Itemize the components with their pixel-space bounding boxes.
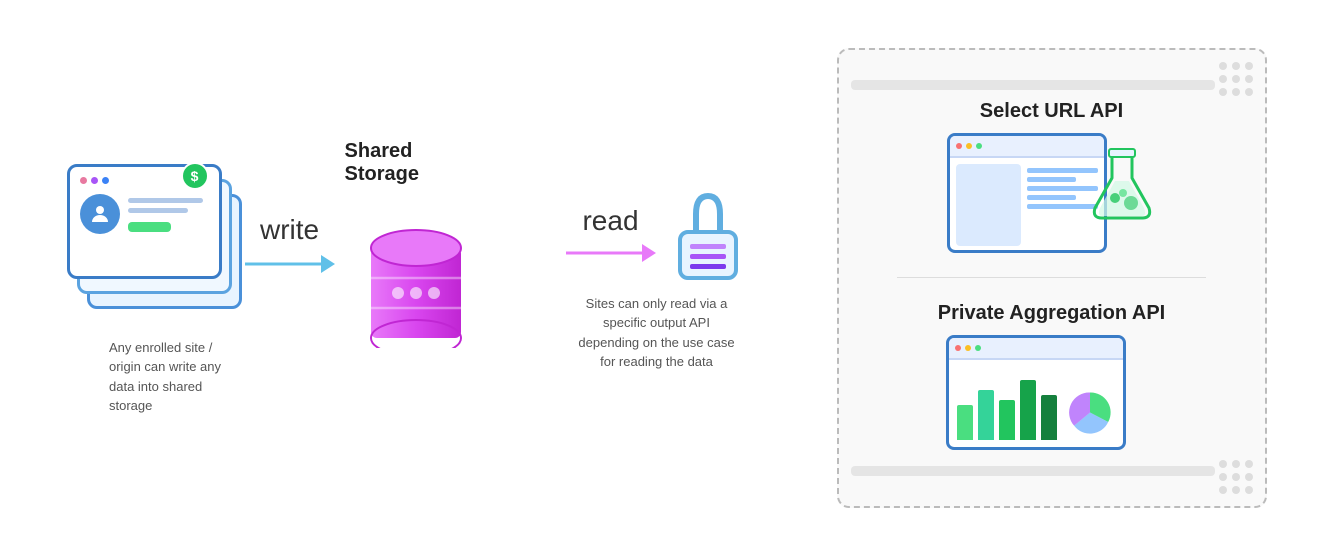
lock-svg: [668, 184, 748, 284]
shared-storage-label: Shared Storage: [345, 140, 487, 186]
b-dot-green: [976, 143, 982, 149]
pie-chart-svg: [1065, 385, 1115, 440]
deco-dot: [1232, 62, 1240, 70]
b-dot-green-2: [975, 345, 981, 351]
deco-dot: [1232, 486, 1240, 494]
api-divider: [897, 277, 1206, 278]
write-arrow: [245, 254, 335, 274]
card-line-green: [128, 222, 172, 232]
b-left-panel: [956, 164, 1021, 246]
deco-dot: [1232, 460, 1240, 468]
dot-blue: [102, 177, 109, 184]
card-line-1: [128, 198, 203, 203]
card-body: [80, 194, 215, 234]
middle-section: read Sites can only read via a specific …: [487, 184, 807, 372]
private-aggregation-api-title: Private Aggregation API: [938, 302, 1165, 325]
flow-main: $ write Shared Storage: [67, 140, 487, 348]
cylinder-svg: [366, 198, 466, 348]
b-dot-red: [956, 143, 962, 149]
b-dot-yellow-2: [965, 345, 971, 351]
deco-dot: [1219, 75, 1227, 83]
deco-dot: [1219, 460, 1227, 468]
chart-area: [949, 360, 1123, 448]
read-flow: read: [566, 184, 748, 284]
write-desc: Any enrolled site / origin can write any…: [109, 338, 244, 416]
select-url-api-title: Select URL API: [980, 100, 1123, 123]
deco-dot: [1245, 460, 1253, 468]
dot-pink: [80, 177, 87, 184]
read-label: read: [582, 205, 638, 237]
gray-bar-top: [851, 80, 1215, 90]
bar-chart: [957, 370, 1057, 440]
deco-dot: [1232, 88, 1240, 96]
select-url-browser: [947, 133, 1157, 253]
private-agg-browser: [946, 335, 1156, 455]
diagram-container: $ write Shared Storage: [27, 18, 1307, 538]
write-arrow-section: write: [245, 214, 335, 274]
select-url-api-item: Select URL API: [947, 100, 1157, 253]
site-card-stack: $: [67, 164, 235, 324]
deco-dot: [1219, 88, 1227, 96]
flask-svg: [1087, 143, 1157, 223]
deco-dot: [1219, 486, 1227, 494]
deco-dot: [1232, 75, 1240, 83]
bar-5: [1041, 395, 1057, 440]
b-dot-yellow: [966, 143, 972, 149]
bar-4: [1020, 380, 1036, 440]
write-label: write: [260, 214, 319, 246]
deco-dot: [1232, 473, 1240, 481]
deco-dot: [1245, 473, 1253, 481]
right-section: Select URL API: [837, 48, 1267, 508]
avatar: [80, 194, 120, 234]
card-lines: [128, 198, 215, 232]
b-line-2: [1027, 177, 1077, 182]
b-line-4: [1027, 195, 1077, 200]
bar-2: [978, 390, 994, 440]
bar-3: [999, 400, 1015, 440]
deco-dot: [1245, 62, 1253, 70]
deco-dot: [1245, 75, 1253, 83]
b-dot-red-2: [955, 345, 961, 351]
deco-dot: [1245, 88, 1253, 96]
read-arrow-section: read: [566, 205, 656, 263]
deco-dot: [1245, 486, 1253, 494]
deco-dots-top: [1219, 62, 1253, 96]
left-section: $ write Shared Storage: [67, 140, 487, 416]
card-line-2: [128, 208, 188, 213]
deco-dot: [1219, 473, 1227, 481]
deco-dot: [1219, 62, 1227, 70]
browser-content-1: [950, 158, 1104, 252]
bar-1: [957, 405, 973, 440]
browser-window-1: [947, 133, 1107, 253]
site-card-front: $: [67, 164, 222, 279]
browser-bar-2: [949, 338, 1123, 360]
db-section: Shared Storage: [345, 140, 487, 348]
dot-purple: [91, 177, 98, 184]
browser-bar-1: [950, 136, 1104, 158]
browser-window-2: [946, 335, 1126, 450]
read-arrow: [566, 243, 656, 263]
gray-bar-bottom: [851, 466, 1215, 476]
read-desc: Sites can only read via a specific outpu…: [572, 294, 742, 372]
dollar-badge: $: [181, 162, 209, 190]
deco-dots-bottom: [1219, 460, 1253, 494]
private-aggregation-api-item: Private Aggregation API: [938, 302, 1165, 455]
